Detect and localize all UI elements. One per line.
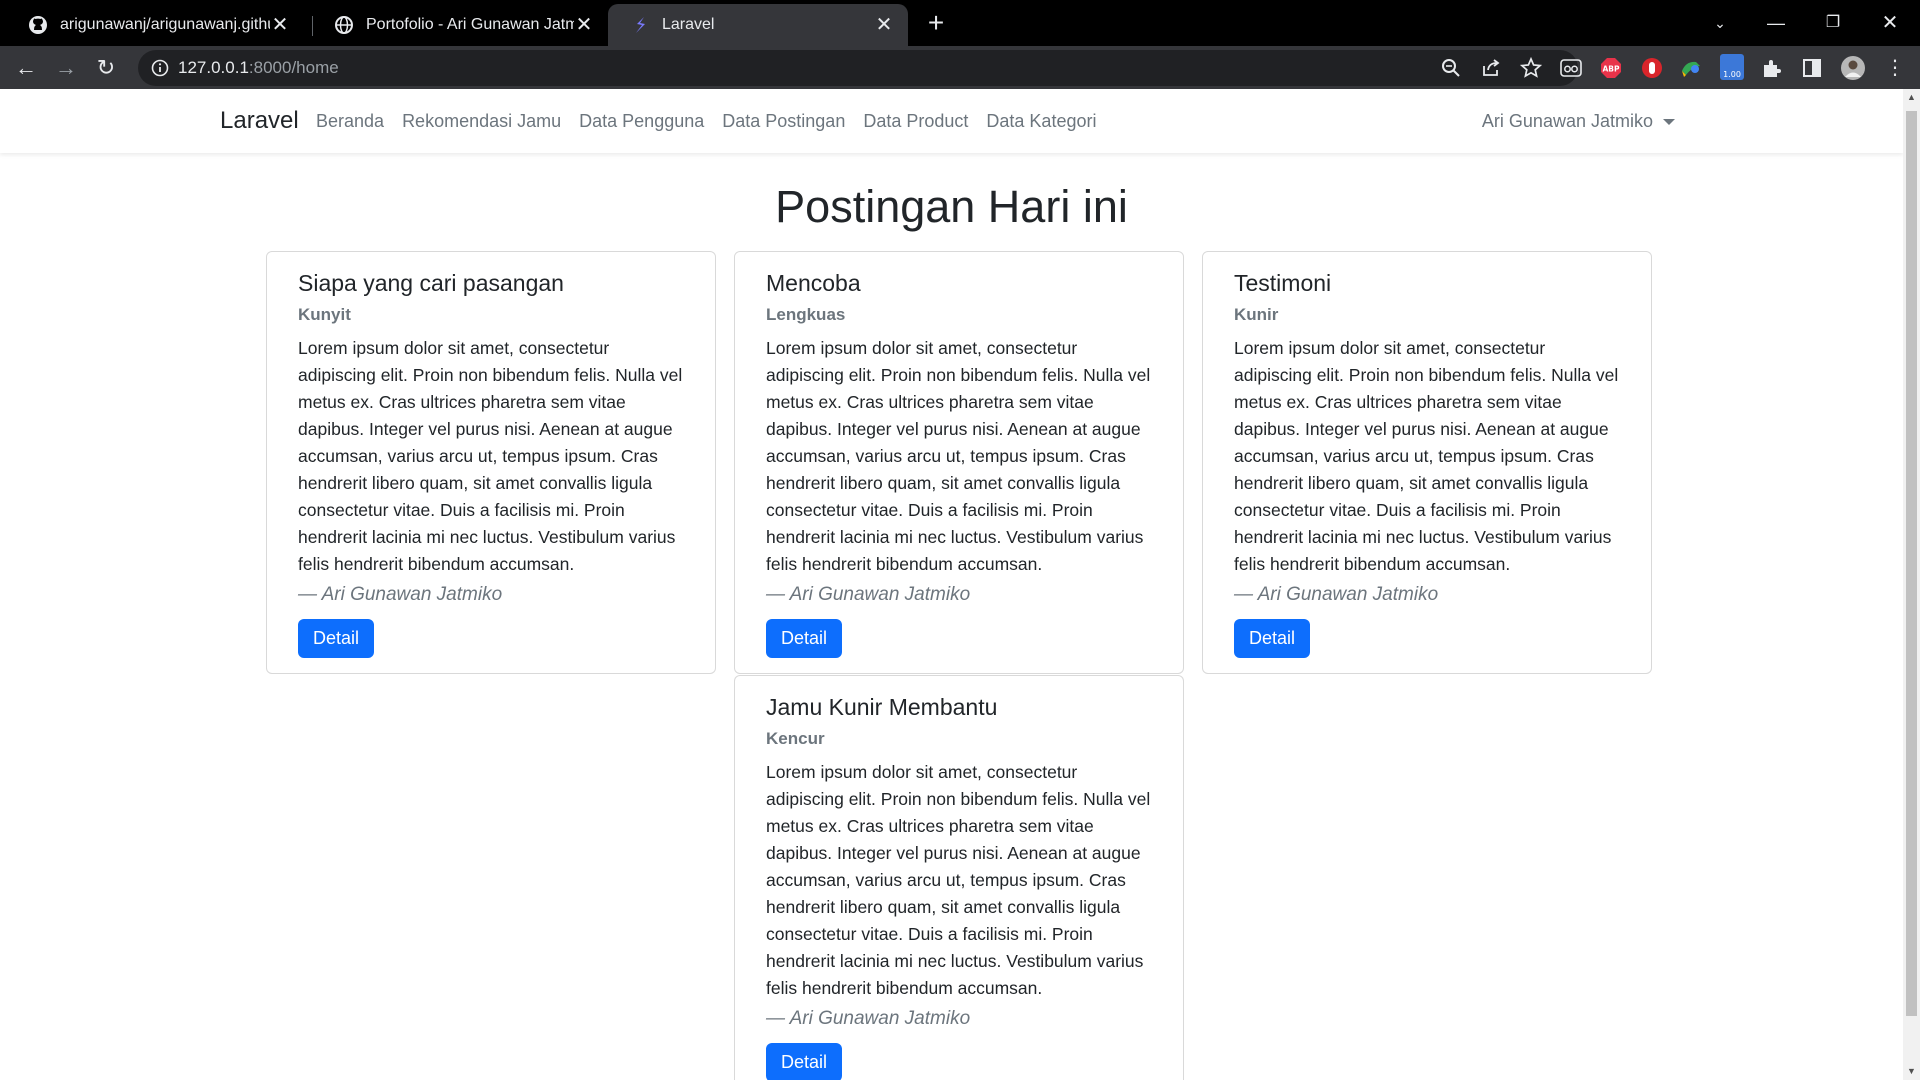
address-bar[interactable]: 127.0.0.1:8000/home [138,50,1578,86]
scroll-down-arrow-icon[interactable]: ▼ [1903,1063,1920,1080]
page-viewport: Laravel Beranda Rekomendasi Jamu Data Pe… [0,89,1903,1080]
tab-search-chevron-icon[interactable]: ⌄ [1700,8,1740,38]
post-card: Mencoba Lengkuas Lorem ipsum dolor sit a… [734,251,1184,674]
card-text: Lorem ipsum dolor sit amet, consectetur … [298,338,683,574]
navbar-brand[interactable]: Laravel [220,107,299,135]
url-host: 127.0.0.1 [178,58,249,77]
card-author: — Ari Gunawan Jatmiko [766,1008,971,1029]
app-navbar: Laravel Beranda Rekomendasi Jamu Data Pe… [0,89,1903,153]
browser-tab-laravel[interactable]: Laravel ✕ [608,4,908,46]
share-icon[interactable] [1480,57,1502,84]
card-subtitle: Lengkuas [766,305,846,324]
extension-badge: 1.00 [1723,70,1741,79]
card-title: Jamu Kunir Membantu [766,694,998,720]
card-text: Lorem ipsum dolor sit amet, consectetur … [766,338,1151,574]
reload-icon[interactable]: ↻ [90,52,122,84]
back-arrow-icon[interactable]: ← [10,52,42,84]
tab-title: Laravel [662,16,715,33]
color-picker-extension-icon[interactable] [1680,57,1702,79]
page-title: Postingan Hari ini [775,181,1128,232]
scrollbar-thumb[interactable] [1906,111,1917,1016]
minimize-icon[interactable]: — [1756,8,1796,38]
post-card: Testimoni Kunir Lorem ipsum dolor sit am… [1202,251,1652,674]
post-card: Jamu Kunir Membantu Kencur Lorem ipsum d… [734,675,1184,1080]
vertical-scrollbar[interactable]: ▲ ▼ [1903,89,1920,1080]
bookmark-star-icon[interactable] [1519,56,1543,84]
card-subtitle: Kencur [766,729,825,748]
github-icon [28,15,48,35]
card-text: Lorem ipsum dolor sit amet, consectetur … [1234,338,1619,574]
card-author: — Ari Gunawan Jatmiko [298,584,503,605]
card-text: Lorem ipsum dolor sit amet, consectetur … [766,762,1151,998]
puzzle-extensions-icon[interactable] [1761,57,1783,79]
browser-tab-github[interactable]: arigunawanj/arigunawanj.github.io ✕ [6,4,304,46]
tab-title: arigunawanj/arigunawanj.github.io [60,16,270,33]
card-subtitle: Kunir [1234,305,1279,324]
card-title: Siapa yang cari pasangan [298,270,564,296]
svg-text:ABP: ABP [1602,65,1620,74]
forward-arrow-icon[interactable]: → [50,52,82,84]
card-title: Mencoba [766,270,861,296]
card-author: — Ari Gunawan Jatmiko [1234,584,1439,605]
window-close-icon[interactable]: ✕ [1870,8,1910,38]
tab-title: Portofolio - Ari Gunawan Jatmiko [366,16,574,33]
zoom-icon[interactable] [1440,57,1462,84]
post-card: Siapa yang cari pasangan Kunyit Lorem ip… [266,251,716,674]
site-info-icon[interactable] [150,58,170,78]
nav-link-data-product[interactable]: Data Product [863,111,968,132]
nav-link-data-kategori[interactable]: Data Kategori [986,111,1096,132]
user-dropdown[interactable]: Ari Gunawan Jatmiko [1482,111,1675,132]
new-tab-plus-icon[interactable]: + [922,9,950,38]
scroll-up-arrow-icon[interactable]: ▲ [1903,89,1920,106]
close-icon[interactable]: ✕ [574,15,594,35]
close-icon[interactable]: ✕ [270,15,290,35]
globe-icon [334,15,354,35]
browser-tab-portfolio[interactable]: Portofolio - Ari Gunawan Jatmiko ✕ [312,4,608,46]
detail-button[interactable]: Detail [1234,619,1311,658]
nav-link-beranda[interactable]: Beranda [316,111,384,132]
restore-icon[interactable]: ❐ [1813,8,1853,38]
profile-avatar[interactable] [1841,56,1865,80]
nav-links: Beranda Rekomendasi Jamu Data Pengguna D… [316,111,1096,132]
card-subtitle: Kunyit [298,305,351,324]
card-title: Testimoni [1234,270,1332,296]
url-path: :8000/home [248,58,339,77]
caret-down-icon [1663,119,1675,126]
kebab-menu-icon[interactable]: ⋮ [1884,57,1906,79]
detail-button[interactable]: Detail [766,1043,843,1080]
side-panel-icon[interactable] [1801,57,1823,79]
detail-button[interactable]: Detail [298,619,375,658]
nav-link-data-postingan[interactable]: Data Postingan [722,111,845,132]
nav-link-rekomendasi-jamu[interactable]: Rekomendasi Jamu [402,111,561,132]
url-text: 127.0.0.1:8000/home [178,58,339,78]
laravel-icon [630,15,650,35]
hand-stop-extension-icon[interactable] [1641,57,1663,79]
adblock-plus-icon[interactable]: ABP [1600,57,1622,79]
browser-toolbar: ← → ↻ 127.0.0.1:8000/home ABP 1.00 ⋮ [0,46,1920,89]
user-name: Ari Gunawan Jatmiko [1481,111,1653,131]
close-icon[interactable]: ✕ [874,15,894,35]
detail-button[interactable]: Detail [766,619,843,658]
browser-tab-bar: arigunawanj/arigunawanj.github.io ✕ Port… [0,0,1920,46]
translate-extension-icon[interactable]: 1.00 [1719,53,1745,81]
glasses-extension-icon[interactable] [1560,57,1582,79]
card-author: — Ari Gunawan Jatmiko [766,584,971,605]
nav-link-data-pengguna[interactable]: Data Pengguna [579,111,704,132]
